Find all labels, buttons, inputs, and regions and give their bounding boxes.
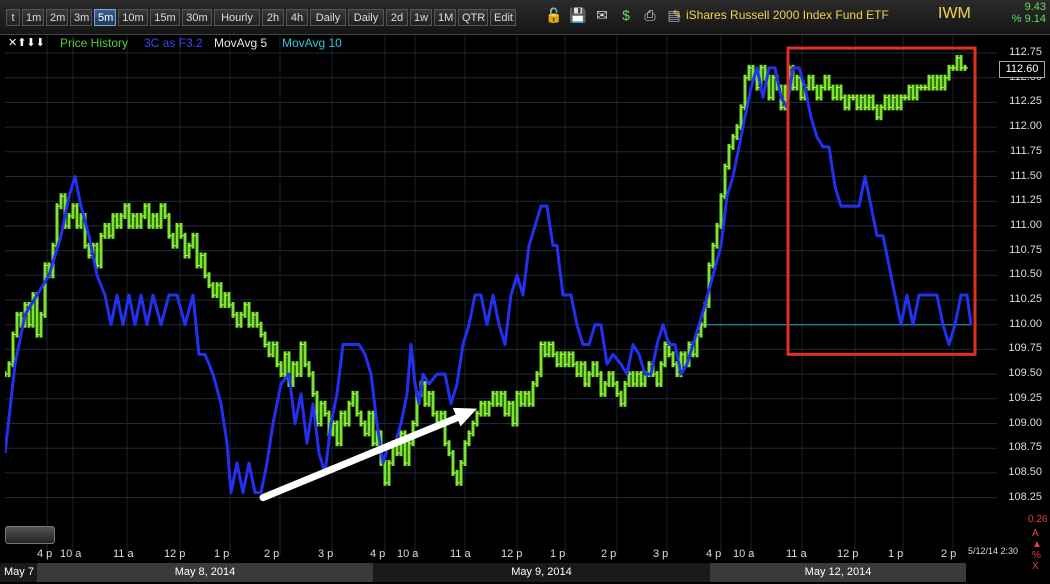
x-tick-label: 4 p bbox=[706, 548, 722, 560]
indicator-controls[interactable]: A ▲ % X bbox=[1032, 528, 1050, 572]
y-tick-label: 111.75 bbox=[1009, 144, 1042, 157]
security-title: iShares Russell 2000 Index Fund ETF bbox=[686, 8, 889, 22]
x-tick-label: 2 p bbox=[941, 548, 957, 560]
y-tick-label: 110.00 bbox=[1009, 317, 1042, 330]
legend-item-2[interactable]: MovAvg 5 bbox=[214, 36, 267, 50]
timeframe-button-13[interactable]: 2d bbox=[386, 9, 408, 26]
x-tick-label: 3 p bbox=[318, 548, 334, 560]
scroll-handle[interactable] bbox=[5, 526, 55, 544]
email-icon[interactable]: ✉ bbox=[593, 6, 611, 24]
indicator-value: 0.26 bbox=[1028, 514, 1048, 525]
date-band-1: May 8, 2014 bbox=[37, 563, 373, 582]
y-tick-label: 108.25 bbox=[1008, 490, 1042, 503]
date-band-0: May 7 bbox=[0, 563, 37, 582]
y-tick-label: 108.75 bbox=[1008, 441, 1042, 454]
y-tick-label: 108.50 bbox=[1008, 465, 1042, 478]
y-tick-label: 109.25 bbox=[1008, 391, 1042, 404]
x-tick-label: 1 p bbox=[550, 548, 566, 560]
timeframe-button-0[interactable]: t bbox=[6, 9, 20, 26]
x-tick-label: 10 a bbox=[60, 548, 82, 560]
timeframe-button-8[interactable]: Hourly bbox=[214, 9, 260, 26]
legend-toggle-icons[interactable]: ✕⬆⬇⬇ bbox=[8, 36, 45, 49]
dollar-icon[interactable]: $ bbox=[617, 6, 635, 24]
y-tick-label: 109.75 bbox=[1008, 342, 1042, 355]
timeframe-button-5[interactable]: 10m bbox=[118, 9, 148, 26]
edit-icon[interactable]: ✎ bbox=[668, 6, 686, 24]
last-price-label: 112.60 bbox=[999, 61, 1045, 78]
y-tick-label: 110.25 bbox=[1009, 293, 1042, 305]
y-tick-label: 109.50 bbox=[1008, 367, 1042, 380]
date-band-3: May 12, 2014 bbox=[710, 563, 966, 582]
change-value: 9.43 bbox=[1024, 1, 1046, 13]
timeframe-button-15[interactable]: 1M bbox=[434, 9, 456, 26]
timeframe-button-10[interactable]: 4h bbox=[286, 9, 308, 26]
legend-item-0[interactable]: Price History bbox=[60, 36, 128, 50]
x-tick-label: 1 p bbox=[888, 548, 904, 560]
x-tick-label: 11 a bbox=[450, 548, 471, 560]
x-tick-label: 12 p bbox=[164, 548, 186, 560]
timeframe-button-11[interactable]: Daily bbox=[310, 9, 346, 26]
timeframe-button-4[interactable]: 5m bbox=[94, 9, 116, 26]
timeframe-button-3[interactable]: 3m bbox=[70, 9, 92, 26]
date-band-2: May 9, 2014 bbox=[373, 563, 710, 582]
x-tick-label: 12 p bbox=[501, 548, 523, 560]
timeframe-button-12[interactable]: Daily bbox=[348, 9, 384, 26]
x-tick-label: 2 p bbox=[264, 548, 280, 560]
timeframe-button-17[interactable]: Edit bbox=[490, 9, 516, 26]
timeframe-button-16[interactable]: QTR bbox=[458, 9, 488, 26]
x-tick-label: 10 a bbox=[397, 548, 419, 560]
price-chart[interactable] bbox=[5, 35, 997, 555]
timestamp: 5/12/14 2:30 bbox=[968, 546, 1019, 556]
y-axis: 112.75112.50112.25112.00111.75111.50111.… bbox=[997, 35, 1050, 555]
timeframe-button-9[interactable]: 2h bbox=[262, 9, 284, 26]
timeframe-button-2[interactable]: 2m bbox=[46, 9, 68, 26]
y-tick-label: 111.25 bbox=[1009, 194, 1042, 207]
x-tick-label: 12 p bbox=[837, 548, 859, 560]
x-tick-label: 2 p bbox=[601, 548, 617, 560]
indicator-line bbox=[5, 66, 973, 495]
x-tick-label: 3 p bbox=[653, 548, 669, 560]
x-tick-label: 10 a bbox=[733, 548, 755, 560]
x-tick-label: 4 p bbox=[37, 548, 53, 560]
x-tick-label: 11 a bbox=[786, 548, 807, 560]
timeframe-button-7[interactable]: 30m bbox=[182, 9, 212, 26]
y-tick-label: 109.00 bbox=[1008, 416, 1042, 429]
x-tick-label: 4 p bbox=[370, 548, 386, 560]
symbol-label: IWM bbox=[938, 5, 971, 22]
y-tick-label: 112.25 bbox=[1009, 95, 1042, 108]
save-icon[interactable]: 💾 bbox=[569, 6, 587, 24]
y-tick-label: 110.50 bbox=[1009, 268, 1042, 281]
y-tick-label: 111.00 bbox=[1009, 218, 1042, 231]
toolbar: t 1m 2m 3m 5m 10m 15m 30m Hourly 2h 4h Daily Daily 2d… bbox=[0, 0, 1050, 35]
y-tick-label: 110.75 bbox=[1009, 243, 1042, 256]
change-percent: % 9.14 bbox=[1011, 13, 1046, 25]
y-tick-label: 111.50 bbox=[1009, 169, 1042, 182]
x-tick-label: 11 a bbox=[113, 548, 134, 560]
print-icon[interactable]: ⎙ bbox=[641, 6, 659, 24]
y-tick-label: 112.75 bbox=[1009, 46, 1042, 58]
y-tick-label: 112.00 bbox=[1009, 120, 1042, 133]
legend-item-3[interactable]: MovAvg 10 bbox=[282, 36, 342, 50]
timeframe-button-6[interactable]: 15m bbox=[150, 9, 180, 26]
legend-item-1[interactable]: 3C as F3.2 bbox=[144, 36, 203, 50]
timeframe-button-14[interactable]: 1w bbox=[410, 9, 432, 26]
timeframe-button-1[interactable]: 1m bbox=[22, 9, 44, 26]
lock-icon[interactable]: 🔓 bbox=[545, 6, 563, 24]
x-tick-label: 1 p bbox=[214, 548, 230, 560]
